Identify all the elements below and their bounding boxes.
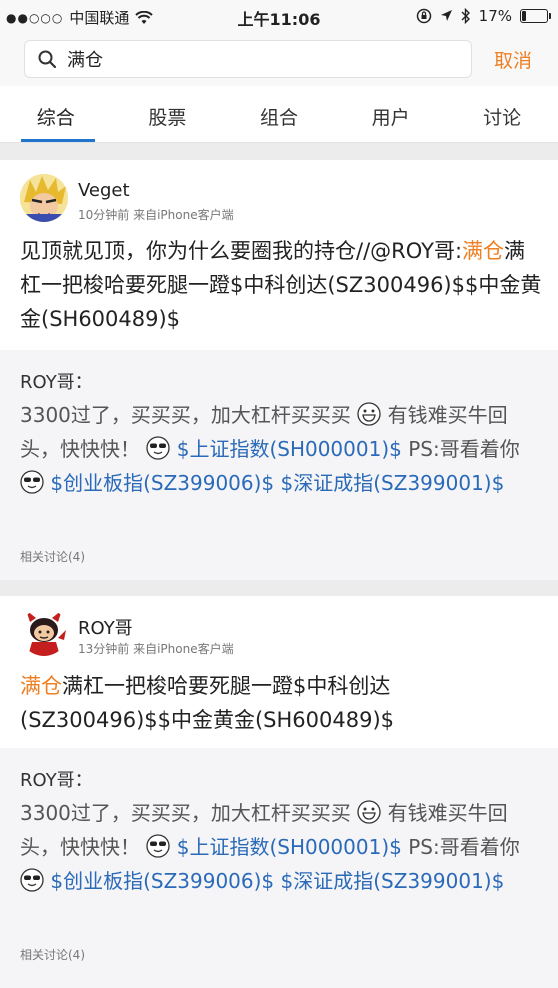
post-text: 满杠一把梭哈要死腿一蹬$中科创达(SZ300496)$$中金黄金(SH60048… [20,674,395,732]
quote-author[interactable]: ROY哥： [20,368,93,394]
stock-link[interactable]: $创业板指(SZ399006)$ [50,471,274,495]
username[interactable]: ROY哥 [78,614,133,640]
quote-text-part: PS:哥看着你 [401,835,520,859]
stock-link[interactable]: $上证指数(SH000001)$ [177,437,402,461]
post-meta: 10分钟前 来自iPhone客户端 [78,208,234,222]
quote-text-part: 3300过了，买买买，加大杠杆买买买 [20,403,351,427]
sunglasses-emoji-icon [20,470,44,494]
tab-discussions[interactable]: 讨论 [446,86,558,142]
username[interactable]: Veget [78,180,130,201]
search-icon [38,50,57,69]
battery-icon [520,9,551,23]
avatar[interactable] [20,174,68,222]
avatar-roy-image [20,608,68,656]
stock-link[interactable]: $深证成指(SZ399001)$ [281,471,505,495]
quote-text: 3300过了，买买买，加大杠杆买买买 有钱难买牛回头，快快快！ $上证指数(SH… [20,398,544,500]
stock-link[interactable]: $上证指数(SH000001)$ [177,835,402,859]
grinning-emoji-icon [357,402,381,426]
cancel-button[interactable]: 取消 [494,46,532,73]
quoted-post[interactable]: ROY哥： 3300过了，买买买，加大杠杆买买买 有钱难买牛回头，快快快！ $上… [0,748,558,988]
post-content: 见顶就见顶，你为什么要圈我的持仓//@ROY哥:满仓满杠一把梭哈要死腿一蹬$中科… [20,234,544,336]
sunglasses-emoji-icon [146,834,171,858]
battery-percent: 17% [478,7,512,25]
keyword-highlight[interactable]: 满仓 [20,674,62,698]
tab-bar: 综合 股票 组合 用户 讨论 [0,86,558,143]
quoted-post[interactable]: ROY哥： 3300过了，买买买，加大杠杆买买买 有钱难买牛回头，快快快！ $上… [0,350,558,580]
post-meta: 13分钟前 来自iPhone客户端 [78,642,234,656]
section-divider [0,144,558,160]
stock-link[interactable]: $创业板指(SZ399006)$ [50,869,274,893]
post-text: 见顶就见顶，你为什么要圈我的持仓//@ROY哥: [20,239,463,263]
related-discussions-link[interactable]: 相关讨论(4) [20,946,85,963]
quote-text-part: 3300过了，买买买，加大杠杆买买买 [20,801,351,825]
keyword-highlight[interactable]: 满仓 [462,239,504,263]
tab-stocks[interactable]: 股票 [112,86,224,142]
stock-link[interactable]: $深证成指(SZ399001)$ [281,869,505,893]
post-card[interactable]: Veget 10分钟前 来自iPhone客户端 见顶就见顶，你为什么要圈我的持仓… [0,160,558,580]
tab-portfolios[interactable]: 组合 [223,86,335,142]
post-card[interactable]: ROY哥 13分钟前 来自iPhone客户端 满仓满杠一把梭哈要死腿一蹬$中科创… [0,596,558,988]
sunglasses-emoji-icon [20,868,44,892]
tab-users[interactable]: 用户 [335,86,447,142]
status-bar: ●●○○○ 中国联通 上午11:06 17% [0,0,558,32]
quote-text: 3300过了，买买买，加大杠杆买买买 有钱难买牛回头，快快快！ $上证指数(SH… [20,796,544,898]
tab-comprehensive[interactable]: 综合 [0,86,112,142]
section-divider [0,580,558,596]
rotation-lock-icon [416,8,431,24]
related-discussions-link[interactable]: 相关讨论(4) [20,548,85,565]
bluetooth-icon [461,8,470,24]
grinning-emoji-icon [357,800,381,824]
quote-text-part: PS:哥看着你 [401,437,520,461]
search-bar: 取消 [0,32,558,86]
search-box[interactable] [24,40,472,78]
search-input[interactable] [65,47,449,71]
avatar[interactable] [20,608,68,656]
location-icon [440,10,452,21]
sunglasses-emoji-icon [146,436,171,460]
quote-author[interactable]: ROY哥： [20,766,93,792]
avatar-veget-image [20,174,68,222]
post-content: 满仓满杠一把梭哈要死腿一蹬$中科创达(SZ300496)$$中金黄金(SH600… [20,669,544,737]
